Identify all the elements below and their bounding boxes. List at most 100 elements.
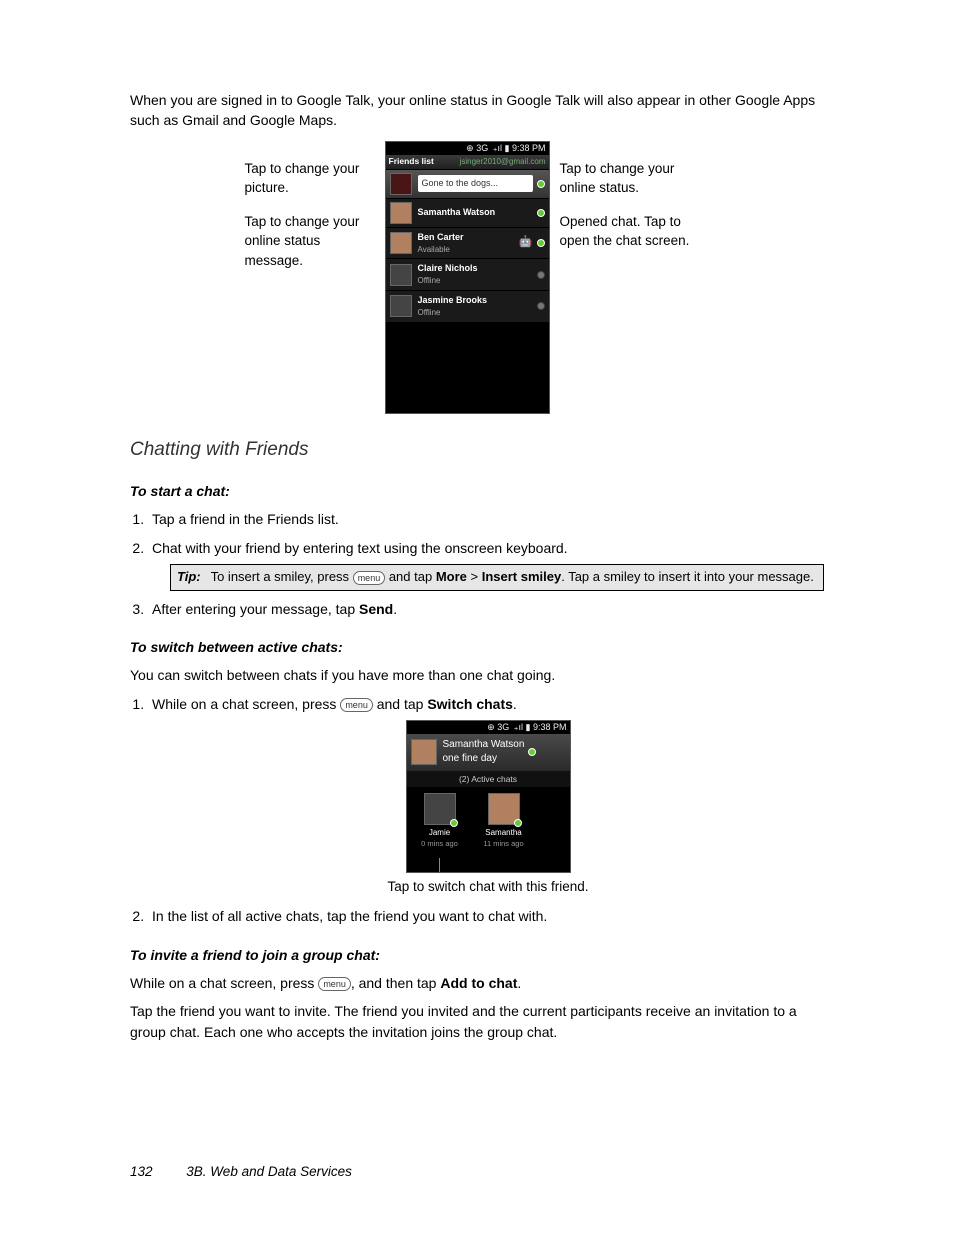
current-chat-header: Samantha Watson one fine day bbox=[407, 734, 570, 771]
send-label: Send bbox=[359, 601, 393, 617]
txt: While on a chat screen, press bbox=[152, 696, 340, 712]
menu-icon: menu bbox=[318, 977, 351, 991]
txt: > bbox=[467, 569, 482, 584]
subhead-start-chat: To start a chat: bbox=[130, 481, 824, 501]
status-input-row[interactable]: Gone to the dogs... bbox=[386, 170, 549, 199]
tip-box: Tip: To insert a smiley, press menu and … bbox=[170, 564, 824, 591]
signal-icon: ⊕ bbox=[466, 143, 476, 153]
txt: . Tap a smiley to insert it into your me… bbox=[561, 569, 814, 584]
menu-icon: menu bbox=[353, 571, 386, 585]
friend-row[interactable]: Claire Nichols Offline bbox=[386, 259, 549, 291]
bars-icon: ₊ıl bbox=[493, 143, 505, 153]
friend-name: Samantha Watson bbox=[443, 738, 525, 753]
status-input[interactable]: Gone to the dogs... bbox=[418, 175, 533, 192]
callout-status-message: Tap to change your online status message… bbox=[245, 212, 375, 271]
friend-row[interactable]: Jasmine Brooks Offline bbox=[386, 291, 549, 323]
callouts-right: Tap to change your online status. Opened… bbox=[560, 141, 710, 265]
friend-status-dot bbox=[537, 271, 545, 279]
step: In the list of all active chats, tap the… bbox=[148, 906, 824, 926]
step: After entering your message, tap Send. bbox=[148, 599, 824, 619]
status-bar: ⊕ 3G ₊ıl ▮ 9:38 PM bbox=[386, 142, 549, 155]
friend-status-dot bbox=[537, 239, 545, 247]
signal-label: 3G bbox=[476, 143, 488, 153]
chat-item[interactable]: Jamie 0 mins ago bbox=[415, 793, 465, 849]
bars-icon: ₊ıl bbox=[514, 722, 526, 732]
friend-avatar bbox=[390, 264, 412, 286]
signal-icon: ⊕ bbox=[487, 722, 497, 732]
step: Chat with your friend by entering text u… bbox=[148, 538, 824, 591]
friend-avatar bbox=[390, 232, 412, 254]
page-footer: 132 3B. Web and Data Services bbox=[130, 1162, 824, 1182]
chapter-title: 3B. Web and Data Services bbox=[186, 1164, 352, 1179]
txt: , and then tap bbox=[351, 975, 441, 991]
friend-name: Jasmine Brooks bbox=[418, 294, 533, 307]
chat-status-dot bbox=[450, 819, 458, 827]
phone-switch-chats: ⊕ 3G ₊ıl ▮ 9:38 PM Samantha Watson one f… bbox=[406, 720, 571, 873]
page-number: 132 bbox=[130, 1164, 153, 1179]
txt: and tap bbox=[373, 696, 428, 712]
figure-1: Tap to change your picture. Tap to chang… bbox=[130, 141, 824, 414]
chat-avatar bbox=[488, 793, 520, 825]
callout-open-chat: Opened chat. Tap to open the chat screen… bbox=[560, 212, 710, 251]
friend-avatar bbox=[390, 202, 412, 224]
txt: and tap bbox=[385, 569, 436, 584]
switch-intro: You can switch between chats if you have… bbox=[130, 665, 824, 685]
section-title: Chatting with Friends bbox=[130, 436, 824, 464]
intro-paragraph: When you are signed in to Google Talk, y… bbox=[130, 90, 824, 131]
group-chat-para2: Tap the friend you want to invite. The f… bbox=[130, 1001, 824, 1042]
txt: . bbox=[393, 601, 397, 617]
txt: While on a chat screen, press bbox=[130, 975, 318, 991]
friends-title: Friends list bbox=[389, 155, 434, 167]
friend-substatus: Offline bbox=[418, 307, 533, 319]
self-status-dot[interactable] bbox=[537, 180, 545, 188]
step: While on a chat screen, press menu and t… bbox=[148, 694, 824, 897]
step: Tap a friend in the Friends list. bbox=[148, 509, 824, 529]
active-chats-label: (2) Active chats bbox=[407, 771, 570, 787]
friend-status-dot bbox=[528, 748, 536, 756]
phone-friends-list: ⊕ 3G ₊ıl ▮ 9:38 PM Friends list jsinger2… bbox=[385, 141, 550, 414]
battery-icon: ▮ bbox=[526, 722, 531, 732]
add-to-chat-label: Add to chat bbox=[440, 975, 517, 991]
callouts-left: Tap to change your picture. Tap to chang… bbox=[245, 141, 375, 285]
empty-area bbox=[386, 323, 549, 413]
friend-row[interactable]: Samantha Watson bbox=[386, 199, 549, 228]
chat-item[interactable]: Samantha 11 mins ago bbox=[479, 793, 529, 849]
friend-substatus: Offline bbox=[418, 275, 533, 287]
subhead-group-chat: To invite a friend to join a group chat: bbox=[130, 945, 824, 965]
self-avatar[interactable] bbox=[390, 173, 412, 195]
figure2-caption: Tap to switch chat with this friend. bbox=[152, 877, 824, 897]
txt: . bbox=[513, 696, 517, 712]
chat-status-dot bbox=[514, 819, 522, 827]
friend-status-dot bbox=[537, 302, 545, 310]
friend-row[interactable]: Ben Carter Available 🤖 bbox=[386, 228, 549, 260]
more-label: More bbox=[436, 569, 467, 584]
txt: After entering your message, tap bbox=[152, 601, 359, 617]
menu-icon: menu bbox=[340, 698, 373, 712]
chat-time: 0 mins ago bbox=[415, 839, 465, 850]
txt: . bbox=[517, 975, 521, 991]
friend-substatus: Available bbox=[418, 244, 519, 256]
tip-text: To insert a smiley, press menu and tap M… bbox=[211, 568, 814, 587]
txt: To insert a smiley, press bbox=[211, 569, 353, 584]
friend-name: Claire Nichols bbox=[418, 262, 533, 275]
status-bar: ⊕ 3G ₊ıl ▮ 9:38 PM bbox=[407, 721, 570, 734]
friends-header: Friends list jsinger2010@gmail.com bbox=[386, 155, 549, 170]
callout-online-status: Tap to change your online status. bbox=[560, 159, 710, 198]
tip-label: Tip: bbox=[177, 568, 201, 587]
chat-name: Jamie bbox=[415, 827, 465, 839]
chat-time: 11 mins ago bbox=[479, 839, 529, 850]
friend-name: Ben Carter bbox=[418, 231, 519, 244]
start-chat-steps: Tap a friend in the Friends list. Chat w… bbox=[148, 509, 824, 619]
callout-tick bbox=[407, 858, 570, 872]
status-time: 9:38 PM bbox=[512, 143, 546, 153]
chat-avatar bbox=[424, 793, 456, 825]
android-icon: 🤖 bbox=[519, 235, 533, 251]
friend-substatus: one fine day bbox=[443, 752, 525, 767]
active-chats-row: Jamie 0 mins ago Samantha 11 mins ago bbox=[407, 787, 570, 857]
battery-icon: ▮ bbox=[505, 143, 510, 153]
group-chat-para1: While on a chat screen, press menu, and … bbox=[130, 973, 824, 993]
chat-name: Samantha bbox=[479, 827, 529, 839]
friend-name: Samantha Watson bbox=[418, 206, 533, 219]
status-time: 9:38 PM bbox=[533, 722, 567, 732]
switch-steps: While on a chat screen, press menu and t… bbox=[148, 694, 824, 927]
